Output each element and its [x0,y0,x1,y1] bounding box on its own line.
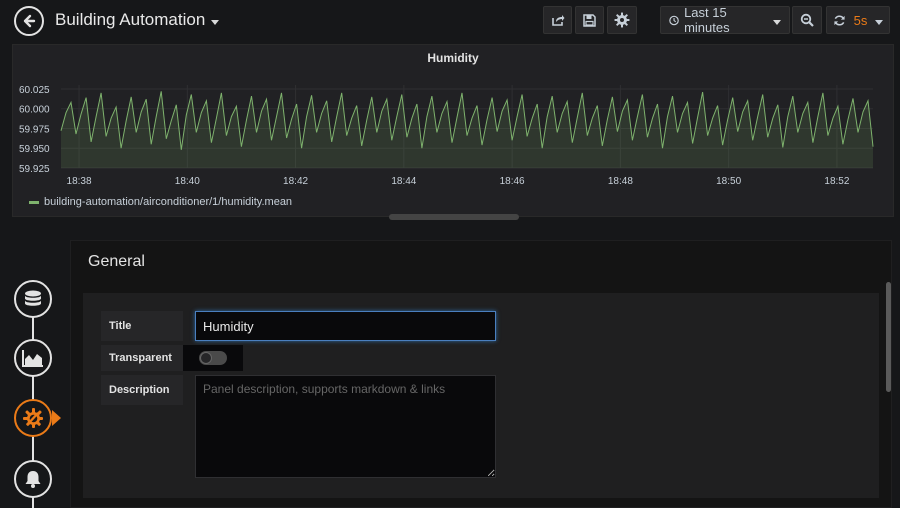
gear-icon [614,12,630,28]
toggle-knob [200,352,212,364]
y-tick-label: 59.925 [19,164,50,175]
refresh-picker[interactable]: 5s [826,6,890,34]
arrow-left-icon [23,14,36,28]
alert-tab-button[interactable] [14,460,52,498]
share-button[interactable] [543,6,572,34]
x-tick-label: 18:40 [175,176,200,187]
toggle-track [199,351,227,365]
editor-section-title: General [88,253,145,270]
general-options-section: Title Transparent Description [83,293,879,498]
save-dashboard-button[interactable] [575,6,604,34]
active-tab-pointer [52,410,61,426]
chevron-down-icon [211,19,220,25]
x-tick-label: 18:50 [716,176,741,187]
time-range-picker[interactable]: Last 15 minutes [660,5,790,35]
description-label: Description [101,375,183,405]
visualization-tab-button[interactable] [14,339,52,377]
transparent-toggle[interactable] [183,345,243,371]
refresh-interval-label: 5s [853,12,868,28]
graph-icon [22,350,43,367]
legend-swatch [29,200,39,204]
clock-icon [669,15,679,25]
chevron-down-icon [875,19,884,25]
app-window: Building Automation Last 15 minutes 5s H… [0,0,900,508]
x-tick-label: 18:42 [283,176,308,187]
legend-series-name: building-automation/airconditioner/1/hum… [44,196,293,208]
zoom-out-icon [800,13,814,27]
panel-resize-handle[interactable] [389,214,519,220]
y-tick-label: 59.975 [19,124,50,135]
humidity-chart: 60.025 60.000 59.975 59.950 59.925 18:38 18:40… [19,85,874,187]
x-tick-label: 18:48 [608,176,633,187]
x-tick-label: 18:38 [67,176,92,187]
editor-scrollbar[interactable] [886,282,891,392]
y-tick-label: 60.025 [19,85,50,96]
chevron-down-icon [773,19,781,25]
save-icon [583,13,596,27]
wrench-gear-icon [23,408,43,428]
refresh-icon [834,14,845,26]
title-label: Title [101,311,183,341]
transparent-label: Transparent [101,345,183,371]
queries-tab-button[interactable] [14,280,52,318]
panel-editor: General Title Transparent Description [70,240,892,508]
time-range-label: Last 15 minutes [684,5,730,35]
x-tick-label: 18:52 [824,176,849,187]
humidity-graph-panel[interactable]: Humidity 60.025 60.000 59.975 59.950 59.925 1… [12,44,894,217]
x-tick-label: 18:46 [500,176,525,187]
general-tab-button[interactable] [14,399,52,437]
dashboard-title: Building Automation [55,10,206,29]
zoom-out-button[interactable] [792,6,822,34]
share-icon [551,15,564,26]
back-button[interactable] [14,6,44,36]
top-navbar: Building Automation Last 15 minutes 5s [0,0,900,42]
dashboard-title-dropdown[interactable]: Building Automation [55,10,220,30]
y-tick-label: 60.000 [19,105,50,116]
legend-item[interactable]: building-automation/airconditioner/1/hum… [29,196,292,208]
description-textarea[interactable] [195,375,496,478]
x-tick-label: 18:44 [391,176,416,187]
database-icon [25,290,41,306]
dashboard-settings-button[interactable] [607,6,637,34]
bell-icon [25,471,41,488]
y-tick-label: 59.950 [19,144,50,155]
title-input[interactable] [195,311,496,341]
